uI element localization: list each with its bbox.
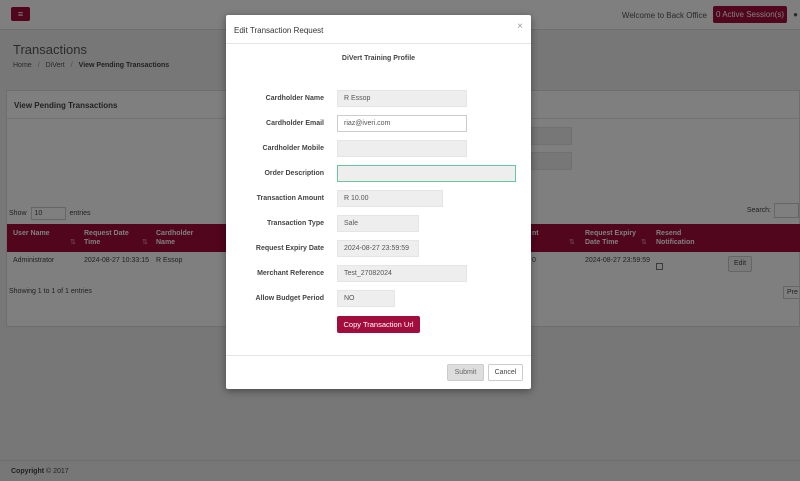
edit-transaction-modal: Edit Transaction Request × DiVert Traini… [226,15,531,389]
merchant-reference-label: Merchant Reference [257,270,324,277]
allow-budget-period-label: Allow Budget Period [255,295,324,302]
allow-budget-period-field: NO [337,290,395,307]
cardholder-email-label: Cardholder Email [266,120,324,127]
transaction-type-field: Sale [337,215,419,232]
copy-transaction-url-button[interactable]: Copy Transaction Url [337,316,420,333]
order-description-field[interactable] [337,165,516,182]
request-expiry-field: 2024-08-27 23:59:59 [337,240,419,257]
cardholder-name-label: Cardholder Name [265,95,324,102]
modal-title: Edit Transaction Request [234,26,324,35]
submit-button[interactable]: Submit [447,364,484,381]
cardholder-mobile-field [337,140,467,157]
cardholder-email-field[interactable]: riaz@iveri.com [337,115,467,132]
cardholder-mobile-label: Cardholder Mobile [262,145,324,152]
profile-name: DiVert Training Profile [341,55,416,62]
transaction-amount-field: R 10.00 [337,190,443,207]
request-expiry-label: Request Expiry Date [255,245,324,252]
transaction-type-label: Transaction Type [266,220,324,227]
modal-header: Edit Transaction Request × [226,15,531,44]
order-description-label: Order Description [264,170,324,177]
cardholder-name-field: R Essop [337,90,467,107]
merchant-reference-field: Test_27082024 [337,265,467,282]
transaction-amount-label: Transaction Amount [256,195,324,202]
close-icon[interactable]: × [517,21,523,32]
cancel-button[interactable]: Cancel [488,364,523,381]
divider [226,355,531,356]
